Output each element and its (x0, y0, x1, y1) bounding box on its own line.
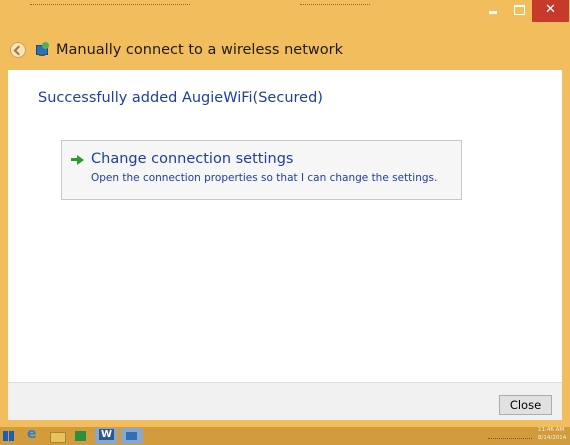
minimize-icon (489, 10, 497, 14)
option-description: Open the connection properties so that I… (91, 172, 438, 184)
dialog-content: Successfully added AugieWiFi(Secured) Ch… (8, 70, 562, 382)
green-arrow-icon (71, 153, 85, 167)
minimize-button[interactable] (480, 0, 506, 22)
file-explorer-icon[interactable] (46, 428, 68, 444)
clock-time[interactable]: 11:46 AM (538, 427, 564, 433)
option-title: Change connection settings (91, 151, 294, 167)
dialog-footer: Close (8, 382, 562, 420)
back-arrow-icon[interactable] (10, 42, 26, 58)
ie-icon[interactable] (22, 426, 44, 444)
dialog-window: ✕ Manually connect to a wireless network… (0, 0, 570, 427)
word-icon[interactable] (95, 428, 117, 444)
dialog-title: Manually connect to a wireless network (56, 42, 343, 58)
change-connection-settings-option[interactable]: Change connection settings Open the conn… (61, 140, 462, 200)
store-icon[interactable] (70, 428, 92, 444)
close-button[interactable]: Close (499, 395, 552, 415)
network-icon (34, 42, 50, 58)
system-tray[interactable] (488, 432, 532, 439)
network-taskbar-icon[interactable] (121, 428, 143, 444)
success-message: Successfully added AugieWiFi(Secured) (38, 90, 323, 106)
maximize-button[interactable] (506, 0, 532, 22)
clock-date[interactable]: 8/14/2014 (538, 435, 566, 441)
close-icon: ✕ (545, 2, 556, 17)
taskbar: 11:46 AM 8/14/2014 (0, 426, 570, 445)
start-icon[interactable] (0, 428, 18, 444)
close-window-button[interactable]: ✕ (532, 0, 569, 22)
dialog-header: Manually connect to a wireless network (8, 30, 562, 70)
maximize-icon (513, 4, 525, 15)
